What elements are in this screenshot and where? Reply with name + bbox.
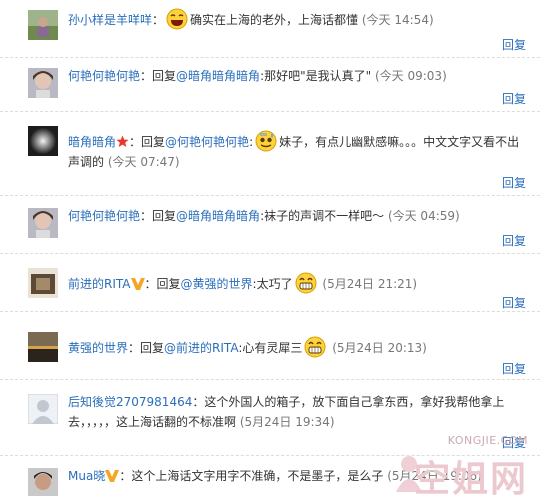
comment-item: 孙小样是羊咩咩： 确实在上海的老外，上海话都懂 (今天 14:54) 回复	[0, 0, 540, 58]
commenter-name[interactable]: Mua晓	[68, 469, 105, 483]
commenter-name[interactable]: 何艳何艳何艳	[68, 69, 140, 83]
avatar[interactable]	[28, 10, 58, 40]
comment-body: 何艳何艳何艳：回复@暗角暗角暗角:那好吧"是我认真了" (今天 09:03)	[68, 69, 447, 83]
mention-link[interactable]: @暗角暗角暗角	[176, 209, 260, 223]
commenter-name[interactable]: 后知後觉2707981464	[68, 395, 192, 409]
comment-text: :袜子的声调不一样吧～	[260, 209, 385, 223]
commenter-name[interactable]: 暗角暗角	[68, 135, 116, 149]
avatar-image	[28, 268, 58, 298]
star-badge-icon	[116, 135, 129, 147]
comment-item: 暗角暗角 ：回复@何艳何艳何艳: 妹子，有点儿幽默感嘛。。。中文文字又看不出声调的 …	[0, 112, 540, 196]
avatar-image	[28, 68, 58, 98]
avatar[interactable]	[28, 268, 58, 298]
comment-time: (5月24日 19:34)	[239, 415, 335, 429]
comment-body: 暗角暗角 ：回复@何艳何艳何艳: 妹子，有点儿幽默感嘛。。。中文文字又看不出声调的 …	[68, 130, 526, 172]
comment-item: 黄强的世界：回复@前进的RITA:心有灵犀三 (5月24日 20:13) 回复	[0, 312, 540, 380]
avatar-image	[28, 468, 58, 496]
laughing-emoji	[166, 8, 188, 30]
reply-link[interactable]: 回复	[502, 296, 526, 310]
comment-time: (5月24日 19:06)	[387, 469, 482, 483]
v-badge-icon	[105, 470, 120, 482]
avatar[interactable]	[28, 468, 58, 496]
sweat-emoji	[255, 130, 277, 152]
grin-emoji	[304, 336, 326, 358]
comment-time: (今天 09:03)	[374, 69, 447, 83]
comment-time: (5月24日 21:21)	[322, 277, 418, 291]
comment-item: Mua晓 ：这个上海话文字用字不准确，不是墨子，是么子 (5月24日 19:06)	[0, 456, 540, 496]
comment-body: 前进的RITA ：回复@黄强的世界:太巧了 (5月24日 21:21)	[68, 272, 526, 294]
comment-text: :太巧了	[252, 277, 293, 291]
comment-item: 何艳何艳何艳：回复@暗角暗角暗角:那好吧"是我认真了" (今天 09:03) 回…	[0, 58, 540, 112]
comment-body: 后知後觉2707981464：这个外国人的箱子，放下面自己拿东西，拿好我帮他拿上…	[68, 395, 505, 429]
comment-time: (今天 14:54)	[361, 13, 434, 27]
avatar-image	[28, 208, 58, 238]
grin-emoji	[295, 272, 317, 294]
mention-link[interactable]: @黄强的世界	[181, 277, 253, 291]
avatar[interactable]	[28, 394, 58, 424]
commenter-name[interactable]: 前进的RITA	[68, 277, 131, 291]
reply-link[interactable]: 回复	[502, 38, 526, 52]
avatar[interactable]	[28, 68, 58, 98]
avatar[interactable]	[28, 208, 58, 238]
comment-text: :那好吧"是我认真了"	[260, 69, 372, 83]
comment-time: (5月24日 20:13)	[332, 341, 427, 355]
comment-text: :心有灵犀三	[238, 341, 303, 355]
comment-item: 前进的RITA ：回复@黄强的世界:太巧了 (5月24日 21:21) 回复	[0, 254, 540, 312]
reply-link[interactable]: 回复	[502, 234, 526, 248]
comment-time: (今天 04:59)	[387, 209, 460, 223]
commenter-name[interactable]: 何艳何艳何艳	[68, 209, 140, 223]
v-badge-icon	[130, 278, 145, 290]
comment-item: 后知後觉2707981464：这个外国人的箱子，放下面自己拿东西，拿好我帮他拿上…	[0, 380, 540, 456]
mention-link[interactable]: @何艳何艳何艳	[165, 135, 249, 149]
reply-link[interactable]: 回复	[502, 436, 526, 450]
comment-item: 何艳何艳何艳：回复@暗角暗角暗角:袜子的声调不一样吧～ (今天 04:59) 回…	[0, 196, 540, 254]
comment-body: 黄强的世界：回复@前进的RITA:心有灵犀三 (5月24日 20:13)	[68, 336, 526, 358]
comment-body: Mua晓 ：这个上海话文字用字不准确，不是墨子，是么子 (5月24日 19:06)	[68, 469, 482, 483]
comment-body: 何艳何艳何艳：回复@暗角暗角暗角:袜子的声调不一样吧～ (今天 04:59)	[68, 209, 460, 223]
reply-link[interactable]: 回复	[502, 176, 526, 190]
reply-link[interactable]: 回复	[502, 362, 526, 376]
mention-link[interactable]: @暗角暗角暗角	[176, 69, 260, 83]
comment-time: (今天 07:47)	[107, 155, 180, 169]
comment-body: 孙小样是羊咩咩： 确实在上海的老外，上海话都懂 (今天 14:54)	[68, 8, 526, 30]
avatar[interactable]	[28, 332, 58, 362]
mention-link[interactable]: @前进的RITA	[164, 341, 238, 355]
comment-text: 确实在上海的老外，上海话都懂	[190, 13, 359, 27]
avatar-image	[28, 332, 58, 362]
avatar-image	[28, 394, 58, 424]
reply-link[interactable]: 回复	[502, 92, 526, 106]
avatar[interactable]	[28, 126, 58, 156]
commenter-name[interactable]: 孙小样是羊咩咩	[68, 13, 152, 27]
comment-text: 这个上海话文字用字不准确，不是墨子，是么子	[131, 469, 384, 483]
avatar-image	[28, 10, 58, 40]
avatar-image	[28, 126, 58, 156]
commenter-name[interactable]: 黄强的世界	[68, 341, 128, 355]
